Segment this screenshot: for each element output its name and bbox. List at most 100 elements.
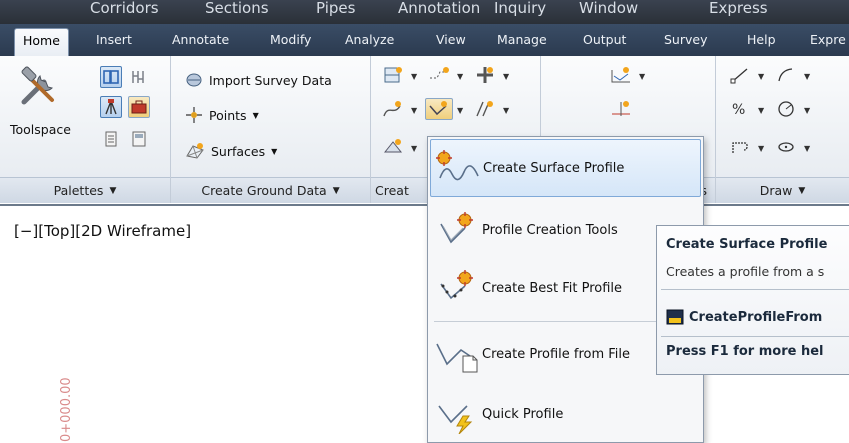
chevron-down-icon[interactable]: ▼ <box>804 72 810 81</box>
tooltip-command-text: CreateProfileFrom <box>689 309 823 325</box>
surfaces-button[interactable]: Surfaces ▼ <box>185 142 277 160</box>
create-design-title-text: Creat <box>375 183 409 198</box>
chevron-down-icon[interactable]: ▼ <box>804 144 810 153</box>
profile-creation-tools-label: Profile Creation Tools <box>482 222 618 238</box>
surface-profile-icon <box>431 146 483 190</box>
tab-analyze[interactable]: Analyze <box>345 32 394 47</box>
tab-survey[interactable]: Survey <box>664 32 707 47</box>
profile-view-icon[interactable] <box>607 64 635 86</box>
create-profile-from-file-label: Create Profile from File <box>482 346 631 362</box>
chevron-down-icon[interactable]: ▼ <box>457 72 463 81</box>
ribbon-tab-bar: Home Insert Annotate Modify Analyze View… <box>0 24 849 56</box>
toolspace-label[interactable]: Toolspace <box>10 122 71 137</box>
prospector-icon[interactable] <box>100 66 122 88</box>
tab-insert[interactable]: Insert <box>96 32 132 47</box>
surfaces-label: Surfaces <box>211 143 266 159</box>
profile-from-file-icon <box>430 332 482 376</box>
chevron-down-icon: ▼ <box>271 146 278 156</box>
draw-title-text: Draw <box>759 183 793 198</box>
points-label: Points <box>209 107 247 123</box>
menu-inquiry[interactable]: Inquiry <box>494 0 546 17</box>
ellipse-icon[interactable] <box>772 136 800 158</box>
toolspace-icon[interactable] <box>18 66 62 110</box>
chevron-down-icon[interactable]: ▼ <box>758 144 764 153</box>
menu-pipes[interactable]: Pipes <box>316 0 355 17</box>
create-ground-data-panel: Import Survey Data Points ▼ Surfaces ▼ C… <box>171 56 371 203</box>
menu-corridors[interactable]: Corridors <box>90 0 159 17</box>
import-survey-data-button[interactable]: Import Survey Data <box>185 72 332 88</box>
chevron-down-icon[interactable]: ▼ <box>411 144 417 153</box>
profile-icon[interactable] <box>425 98 453 120</box>
draw-panel-title[interactable]: Draw ▼ <box>716 177 849 203</box>
palettes-panel-title[interactable]: Palettes ▼ <box>0 177 170 203</box>
menu-express[interactable]: Express <box>709 0 768 17</box>
tooltip-command: CreateProfileFrom <box>666 309 822 325</box>
tab-output[interactable]: Output <box>583 32 626 47</box>
draw-panel: ▼ ▼ % ▼ ▼ ▼ ▼ Draw ▼ <box>716 56 849 203</box>
grading-icon[interactable] <box>379 136 407 158</box>
svg-text:%: % <box>732 102 745 118</box>
create-surface-profile-item[interactable]: Create Surface Profile <box>430 139 701 197</box>
chevron-down-icon[interactable]: ▼ <box>503 72 509 81</box>
menu-sections[interactable]: Sections <box>205 0 269 17</box>
quick-profile-item[interactable]: Quick Profile <box>430 385 701 443</box>
chevron-down-icon[interactable]: ▼ <box>758 72 764 81</box>
tooltip-separator <box>661 289 849 290</box>
chevron-down-icon[interactable]: ▼ <box>411 72 417 81</box>
chevron-down-icon: ▼ <box>332 185 340 196</box>
tooltip-description: Creates a profile from a s <box>666 264 825 279</box>
chevron-down-icon[interactable]: ▼ <box>503 106 509 115</box>
tab-home[interactable]: Home <box>14 28 69 56</box>
points-button[interactable]: Points ▼ <box>185 106 259 124</box>
menu-annotation[interactable]: Annotation <box>398 0 480 17</box>
tooltip-separator <box>661 336 849 337</box>
tab-view[interactable]: View <box>436 32 466 47</box>
import-survey-icon <box>185 72 203 88</box>
viewport-controls-label[interactable]: [−][Top][2D Wireframe] <box>14 222 191 240</box>
chevron-down-icon[interactable]: ▼ <box>758 106 764 115</box>
svg-text:0+000.00: 0+000.00 <box>59 377 74 442</box>
chevron-down-icon: ▼ <box>798 185 806 196</box>
import-survey-label: Import Survey Data <box>209 72 332 88</box>
chevron-down-icon: ▼ <box>109 185 117 196</box>
palettes-panel: Toolspace Palettes ▼ <box>0 56 171 203</box>
settings-tree-icon[interactable] <box>128 66 150 88</box>
create-ground-data-panel-title[interactable]: Create Ground Data ▼ <box>171 177 370 203</box>
survey-toolspace-icon[interactable] <box>100 96 122 118</box>
chevron-down-icon[interactable]: ▼ <box>804 106 810 115</box>
surfaces-icon <box>185 142 205 160</box>
palettes-title-text: Palettes <box>53 183 104 198</box>
spline-icon[interactable] <box>726 136 754 158</box>
tab-annotate[interactable]: Annotate <box>172 32 229 47</box>
create-surface-profile-label: Create Surface Profile <box>483 160 625 176</box>
alignment-icon[interactable] <box>379 98 407 120</box>
feature-line-icon[interactable] <box>425 64 453 86</box>
menu-window[interactable]: Window <box>579 0 638 17</box>
ribbon: Toolspace Palettes ▼ Import Survey Data … <box>0 56 849 203</box>
ground-data-title-text: Create Ground Data <box>201 183 327 198</box>
parcel-icon[interactable] <box>379 64 407 86</box>
tab-modify[interactable]: Modify <box>270 32 311 47</box>
panorama-icon[interactable] <box>128 128 150 150</box>
menu-bar: Corridors Sections Pipes Annotation Inqu… <box>0 0 849 24</box>
tooltip-help-text: Press F1 for more hel <box>666 344 824 359</box>
chevron-down-icon[interactable]: ▼ <box>411 106 417 115</box>
toolbox-icon[interactable] <box>128 96 150 118</box>
percent-slope-icon[interactable]: % <box>726 98 754 120</box>
tab-manage[interactable]: Manage <box>497 32 547 47</box>
sample-lines-icon[interactable] <box>607 98 635 120</box>
chevron-down-icon[interactable]: ▼ <box>457 106 463 115</box>
circle-icon[interactable] <box>772 98 800 120</box>
polyline-icon[interactable] <box>772 64 800 86</box>
line-icon[interactable] <box>726 64 754 86</box>
tab-express[interactable]: Expre <box>810 32 846 47</box>
quick-profile-icon <box>430 392 482 436</box>
chevron-down-icon[interactable]: ▼ <box>639 72 645 81</box>
profile-creation-tools-icon <box>430 208 482 252</box>
corridor-icon[interactable] <box>471 98 499 120</box>
properties-icon[interactable] <box>100 128 122 150</box>
intersection-icon[interactable] <box>471 64 499 86</box>
tab-help[interactable]: Help <box>747 32 776 47</box>
points-icon <box>185 106 203 124</box>
tooltip-title: Create Surface Profile <box>666 237 828 252</box>
